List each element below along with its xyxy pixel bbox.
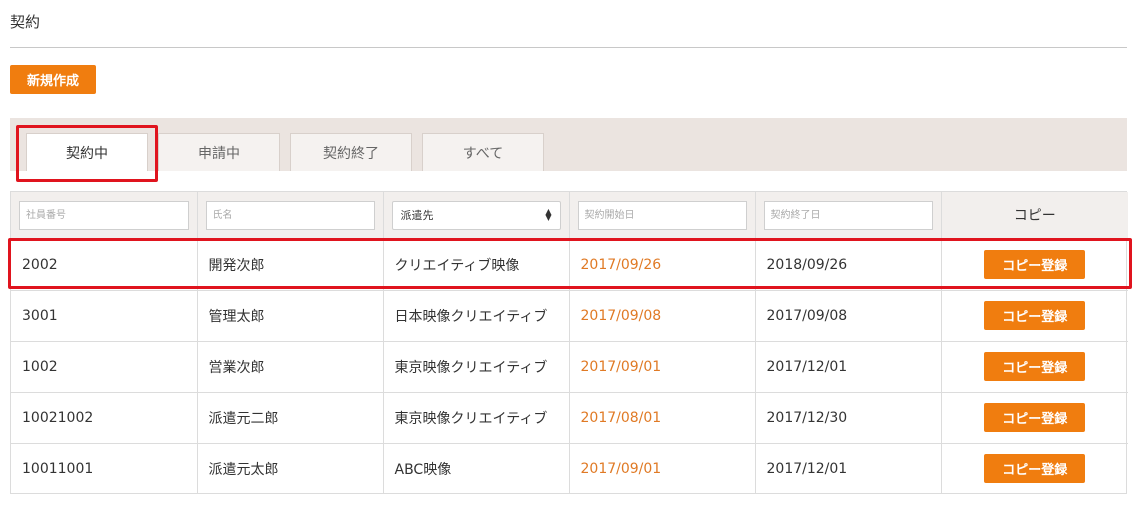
name-cell: 派遣元太郎 xyxy=(197,443,384,494)
employee-no-cell: 3001 xyxy=(11,290,198,341)
employee-no-filter-input[interactable] xyxy=(19,200,189,230)
tab-all[interactable]: すべて xyxy=(422,133,544,171)
copy-column-header: コピー xyxy=(1013,208,1056,225)
start-date-filter-input[interactable] xyxy=(577,200,747,230)
filter-cell-end-date xyxy=(755,192,942,239)
table-row: 1002 営業次郎 東京映像クリエイティブ 2017/09/01 2017/12… xyxy=(11,341,1128,392)
table-row: 10011001 派遣元太郎 ABC映像 2017/09/01 2017/12/… xyxy=(11,443,1128,494)
copy-register-button[interactable]: コピー登録 xyxy=(984,454,1086,484)
name-cell: 管理太郎 xyxy=(197,290,384,341)
page-title: 契約 xyxy=(10,13,41,31)
start-date-cell: 2017/09/01 xyxy=(569,341,756,392)
name-filter-input[interactable] xyxy=(205,200,375,230)
start-date-cell: 2017/09/26 xyxy=(569,239,756,290)
title-divider xyxy=(10,47,1127,48)
start-date-cell: 2017/09/08 xyxy=(569,290,756,341)
dispatch-select-value: 派遣先 xyxy=(400,209,434,223)
tab-applying[interactable]: 申請中 xyxy=(158,133,280,171)
copy-cell: コピー登録 xyxy=(941,239,1128,290)
new-create-button[interactable]: 新規作成 xyxy=(10,65,96,94)
employee-no-cell: 1002 xyxy=(11,341,198,392)
copy-cell: コピー登録 xyxy=(941,341,1128,392)
dispatch-cell: クリエイティブ映像 xyxy=(383,239,570,290)
employee-no-cell: 10021002 xyxy=(11,392,198,443)
table-row: 3001 管理太郎 日本映像クリエイティブ 2017/09/08 2017/09… xyxy=(11,290,1128,341)
table-row: 10021002 派遣元二郎 東京映像クリエイティブ 2017/08/01 20… xyxy=(11,392,1128,443)
tab-active-contracts[interactable]: 契約中 xyxy=(26,133,148,171)
dispatch-cell: 東京映像クリエイティブ xyxy=(383,392,570,443)
filter-row: 派遣先 ▲▼ コピー xyxy=(11,192,1128,239)
copy-cell: コピー登録 xyxy=(941,290,1128,341)
tab-ended-contracts[interactable]: 契約終了 xyxy=(290,133,412,171)
copy-cell: コピー登録 xyxy=(941,392,1128,443)
filter-cell-dispatch: 派遣先 ▲ ▼ xyxy=(383,192,570,239)
end-date-cell: 2017/12/01 xyxy=(755,443,942,494)
name-cell: 開発次郎 xyxy=(197,239,384,290)
end-date-filter-input[interactable] xyxy=(763,200,933,230)
name-cell: 派遣元二郎 xyxy=(197,392,384,443)
contracts-table: 派遣先 ▲▼ コピー 2002 開発次郎 クリエイティブ映像 2017/09/2… xyxy=(10,191,1128,494)
filter-cell-employee-no xyxy=(11,192,198,239)
copy-register-button[interactable]: コピー登録 xyxy=(984,403,1086,432)
end-date-cell: 2018/09/26 xyxy=(755,239,942,290)
name-cell: 営業次郎 xyxy=(197,341,384,392)
filter-cell-name xyxy=(197,192,384,239)
table-row: 2002 開発次郎 クリエイティブ映像 2017/09/26 2018/09/2… xyxy=(11,239,1128,290)
dispatch-filter-select[interactable]: 派遣先 ▲ ▼ xyxy=(391,200,561,230)
end-date-cell: 2017/12/01 xyxy=(755,341,942,392)
filter-cell-start-date xyxy=(569,192,756,239)
start-date-cell: 2017/09/01 xyxy=(569,443,756,494)
copy-cell: コピー登録 xyxy=(941,443,1128,494)
dispatch-cell: 東京映像クリエイティブ xyxy=(383,341,570,392)
dispatch-cell: 日本映像クリエイティブ xyxy=(383,290,570,341)
tab-bar: 契約中 申請中 契約終了 すべて xyxy=(10,118,1127,171)
copy-register-button[interactable]: コピー登録 xyxy=(984,352,1086,381)
copy-register-button[interactable]: コピー登録 xyxy=(984,301,1086,330)
start-date-cell: 2017/08/01 xyxy=(569,392,756,443)
copy-register-button[interactable]: コピー登録 xyxy=(984,250,1086,279)
end-date-cell: 2017/09/08 xyxy=(755,290,942,341)
up-down-arrows-icon: ▲ ▼ xyxy=(545,207,552,223)
employee-no-cell: 10011001 xyxy=(11,443,198,494)
dispatch-cell: ABC映像 xyxy=(383,443,570,494)
end-date-cell: 2017/12/30 xyxy=(755,392,942,443)
employee-no-cell: 2002 xyxy=(11,239,198,290)
